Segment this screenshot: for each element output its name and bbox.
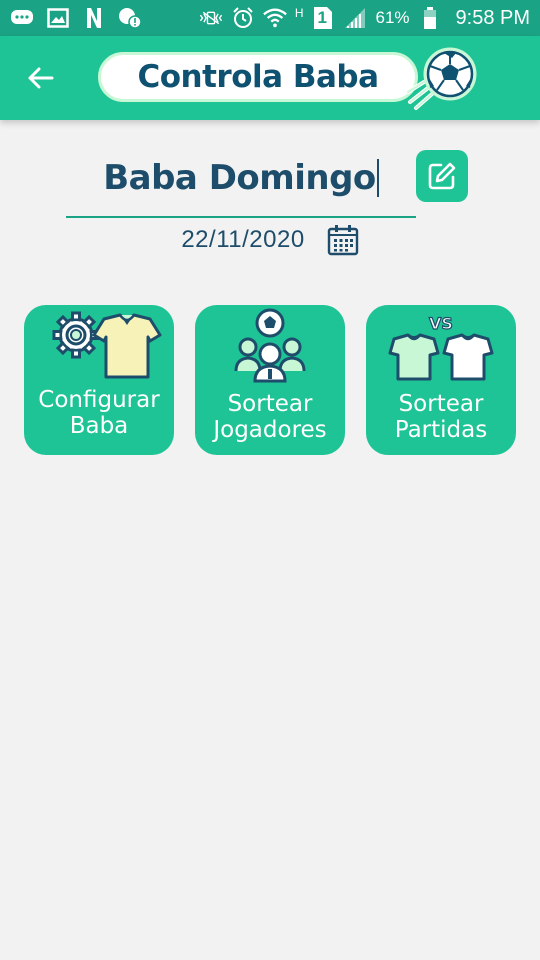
configure-baba-button[interactable]: Configurar Baba: [24, 305, 174, 455]
versus-label: VS: [429, 314, 453, 333]
baba-date: 22/11/2020: [181, 226, 305, 253]
alarm-icon: [231, 6, 255, 30]
edit-icon: [428, 162, 456, 190]
logo-text: Controla Baba: [137, 59, 379, 95]
draw-players-label: Sortear Jogadores: [195, 391, 345, 443]
baba-name-text: Baba Domingo: [103, 158, 376, 198]
logo-badge: Controla Baba: [98, 52, 418, 102]
chat-bubble-icon: [10, 6, 34, 30]
date-row: 22/11/2020: [60, 222, 480, 258]
status-system-icons: H 1 61% 9:58 PM: [199, 6, 530, 30]
draw-players-label-line1: Sortear: [227, 391, 313, 417]
calendar-button[interactable]: [327, 224, 359, 256]
back-button[interactable]: [18, 56, 62, 100]
text-cursor: [376, 159, 379, 197]
draw-matches-label-line2: Partidas: [394, 417, 488, 443]
battery-icon: [418, 6, 442, 30]
clock: 9:58 PM: [455, 6, 530, 29]
network-type-label: H: [294, 6, 304, 20]
soccer-ball-icon: [406, 47, 477, 110]
wifi-icon: [262, 6, 287, 30]
netflix-icon: [82, 6, 106, 30]
configure-baba-label: Configurar Baba: [24, 387, 174, 439]
baba-name-field[interactable]: Baba Domingo: [66, 140, 416, 218]
draw-matches-label-line1: Sortear: [398, 391, 484, 417]
edit-name-button[interactable]: [416, 150, 468, 202]
chat-alert-icon: [118, 6, 142, 30]
vibrate-icon: [199, 6, 223, 30]
arrow-left-icon: [28, 67, 54, 89]
draw-players-label-line2: Jogadores: [213, 417, 327, 443]
battery-percent: 61%: [375, 8, 410, 27]
sim-label: 1: [317, 8, 327, 27]
configure-baba-label-line1: Configurar: [38, 387, 160, 413]
signal-icon: [343, 6, 367, 30]
status-bar: H 1 61% 9:58 PM: [0, 0, 540, 36]
image-icon: [46, 6, 70, 30]
draw-matches-label: Sortear Partidas: [366, 391, 516, 443]
versus-shirts-icon: VS: [388, 313, 494, 381]
app-bar: Controla Baba: [0, 36, 540, 120]
gear-shirt-icon: [52, 311, 162, 379]
status-notification-icons: [10, 6, 142, 30]
configure-baba-label-line2: Baba: [69, 413, 129, 439]
players-ball-icon: [234, 308, 306, 383]
calendar-icon: [327, 225, 358, 256]
app-logo: Controla Baba: [98, 46, 478, 112]
draw-players-button[interactable]: Sortear Jogadores: [195, 305, 345, 455]
sim-icon: 1: [311, 6, 335, 30]
draw-matches-button[interactable]: VS Sortear Partidas: [366, 305, 516, 455]
